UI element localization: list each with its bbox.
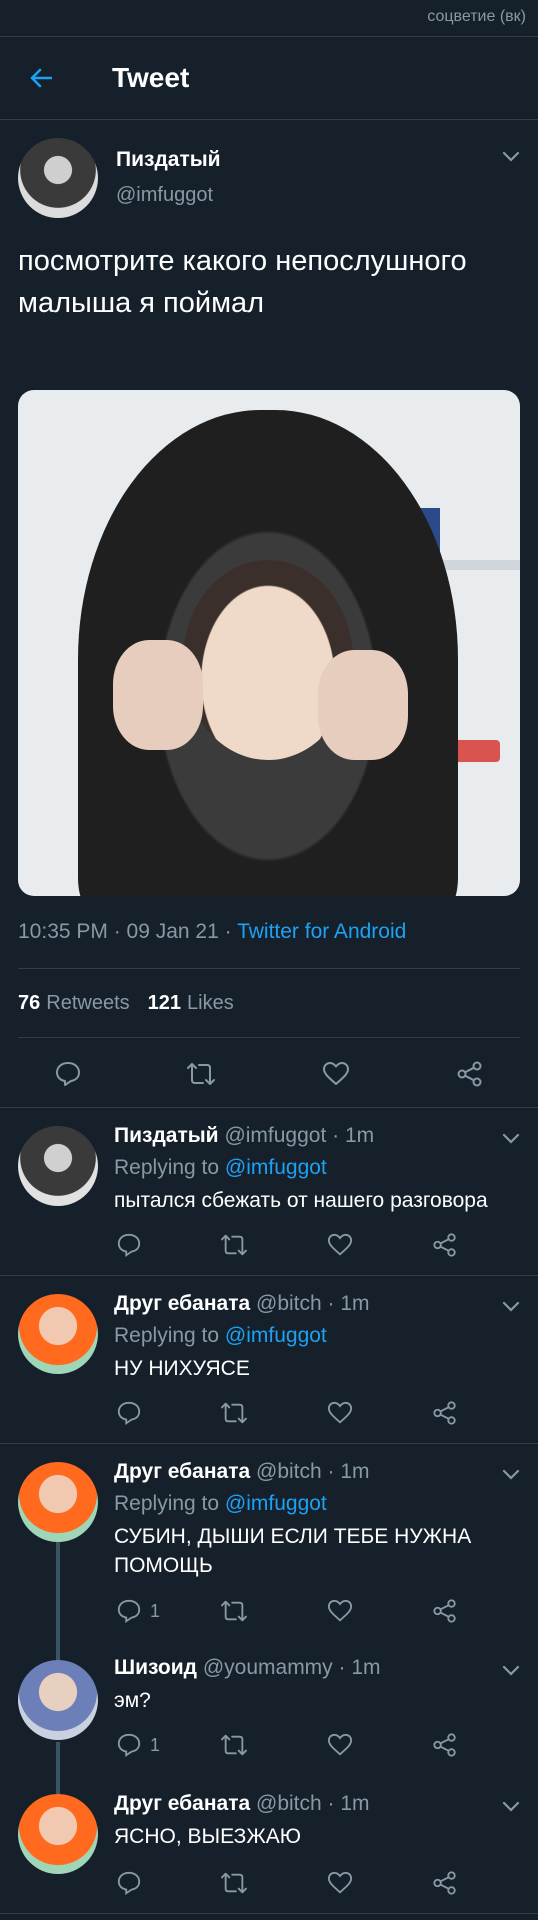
share-icon[interactable] xyxy=(432,1870,458,1896)
tweet-timestamp: 10:35 PM · 09 Jan 21 · xyxy=(18,920,238,943)
reply-count: 1 xyxy=(150,1601,161,1621)
avatar[interactable] xyxy=(18,1462,98,1542)
reply-tweet[interactable]: Пиздатый @imfuggot · 1m Replying to @imf… xyxy=(0,1108,538,1276)
avatar[interactable] xyxy=(18,1794,98,1874)
author-name[interactable]: Пиздатый xyxy=(116,148,221,172)
like-icon[interactable] xyxy=(322,1060,350,1088)
reply-text: СУБИН, ДЫШИ ЕСЛИ ТЕБЕ НУЖНА ПОМОЩЬ xyxy=(114,1525,472,1577)
retweet-icon[interactable] xyxy=(220,1870,247,1896)
reply-tweet[interactable]: Шизоид @youmammy · 1m эм? 1 xyxy=(0,1640,538,1776)
reply-author-name[interactable]: Друг ебаната xyxy=(114,1792,250,1815)
reply-handle: @bitch · 1m xyxy=(256,1460,370,1483)
retweet-count[interactable]: 76 xyxy=(18,992,40,1015)
avatar[interactable] xyxy=(18,1660,98,1740)
reply-author-name[interactable]: Друг ебаната xyxy=(114,1460,250,1483)
reply-icon[interactable] xyxy=(116,1400,142,1426)
reply-handle: @bitch · 1m xyxy=(256,1792,370,1815)
replying-to: Replying to @imfuggot xyxy=(114,1156,327,1179)
reply-handle: @youmammy · 1m xyxy=(202,1656,381,1679)
chevron-down-icon[interactable] xyxy=(502,1468,520,1480)
reply-handle: @imfuggot · 1m xyxy=(224,1124,375,1147)
retweet-icon[interactable] xyxy=(186,1060,215,1088)
reply-icon[interactable] xyxy=(116,1870,142,1896)
like-icon[interactable] xyxy=(327,1400,353,1426)
reply-icon[interactable] xyxy=(54,1060,82,1088)
chevron-down-icon[interactable] xyxy=(502,1800,520,1812)
tweet-meta: 10:35 PM · 09 Jan 21 · Twitter for Andro… xyxy=(18,920,406,944)
like-icon[interactable] xyxy=(327,1732,353,1758)
replying-to-link[interactable]: @imfuggot xyxy=(225,1324,327,1347)
share-icon[interactable] xyxy=(432,1400,458,1426)
replying-to: Replying to @imfuggot xyxy=(114,1492,327,1515)
likes-label[interactable]: Likes xyxy=(187,992,234,1015)
reply-author-name[interactable]: Друг ебаната xyxy=(114,1292,250,1315)
reply-icon[interactable] xyxy=(116,1232,142,1258)
reply-count: 1 xyxy=(150,1735,161,1755)
retweet-icon[interactable] xyxy=(220,1400,247,1426)
share-icon[interactable] xyxy=(456,1060,484,1088)
reply-icon[interactable] xyxy=(116,1732,142,1758)
tweet-text: посмотрите какого непослушного малыша я … xyxy=(18,245,467,319)
tweet-actions xyxy=(0,1038,538,1108)
tweet-stats: 76 Retweets 121 Likes xyxy=(18,968,520,1038)
reply-text: эм? xyxy=(114,1689,151,1712)
replying-to-link[interactable]: @imfuggot xyxy=(225,1492,327,1515)
main-tweet-header: Пиздатый @imfuggot xyxy=(18,138,520,218)
retweets-label[interactable]: Retweets xyxy=(46,992,129,1015)
top-bar: Tweet xyxy=(0,36,538,120)
share-icon[interactable] xyxy=(432,1232,458,1258)
retweet-icon[interactable] xyxy=(220,1732,247,1758)
replying-to-link[interactable]: @imfuggot xyxy=(225,1156,327,1179)
like-icon[interactable] xyxy=(327,1598,353,1624)
like-icon[interactable] xyxy=(327,1870,353,1896)
reply-tweet[interactable]: Друг ебаната @bitch · 1m ЯСНО, ВЫЕЗЖАЮ xyxy=(0,1776,538,1914)
reply-text: ЯСНО, ВЫЕЗЖАЮ xyxy=(114,1825,301,1848)
reply-handle: @bitch · 1m xyxy=(256,1292,370,1315)
reply-author-name[interactable]: Шизоид xyxy=(114,1656,197,1679)
replying-to: Replying to @imfuggot xyxy=(114,1324,327,1347)
chevron-down-icon[interactable] xyxy=(502,1132,520,1144)
share-icon[interactable] xyxy=(432,1732,458,1758)
reply-tweet[interactable]: Друг ебаната @bitch · 1m Replying to @im… xyxy=(0,1444,538,1640)
retweet-icon[interactable] xyxy=(220,1232,247,1258)
watermark: соцветие (вк) xyxy=(427,8,526,25)
reply-author-name[interactable]: Пиздатый xyxy=(114,1124,219,1147)
chevron-down-icon[interactable] xyxy=(502,1300,520,1312)
avatar[interactable] xyxy=(18,1126,98,1206)
tweet-source-link[interactable]: Twitter for Android xyxy=(237,920,406,943)
chevron-down-icon[interactable] xyxy=(502,150,520,162)
share-icon[interactable] xyxy=(432,1598,458,1624)
retweet-icon[interactable] xyxy=(220,1598,247,1624)
like-count[interactable]: 121 xyxy=(148,992,181,1015)
author-handle[interactable]: @imfuggot xyxy=(116,184,213,207)
page-title: Tweet xyxy=(112,62,190,93)
like-icon[interactable] xyxy=(327,1232,353,1258)
chevron-down-icon[interactable] xyxy=(502,1664,520,1676)
avatar[interactable] xyxy=(18,1294,98,1374)
reply-text: НУ НИХУЯСЕ xyxy=(114,1357,250,1380)
arrow-left-icon[interactable] xyxy=(30,67,52,89)
tweet-photo[interactable] xyxy=(18,390,520,896)
reply-text: пытался сбежать от нашего разговора xyxy=(114,1189,488,1212)
avatar[interactable] xyxy=(18,138,98,218)
reply-tweet[interactable]: Друг ебаната @bitch · 1m Replying to @im… xyxy=(0,1276,538,1444)
reply-icon[interactable] xyxy=(116,1598,142,1624)
